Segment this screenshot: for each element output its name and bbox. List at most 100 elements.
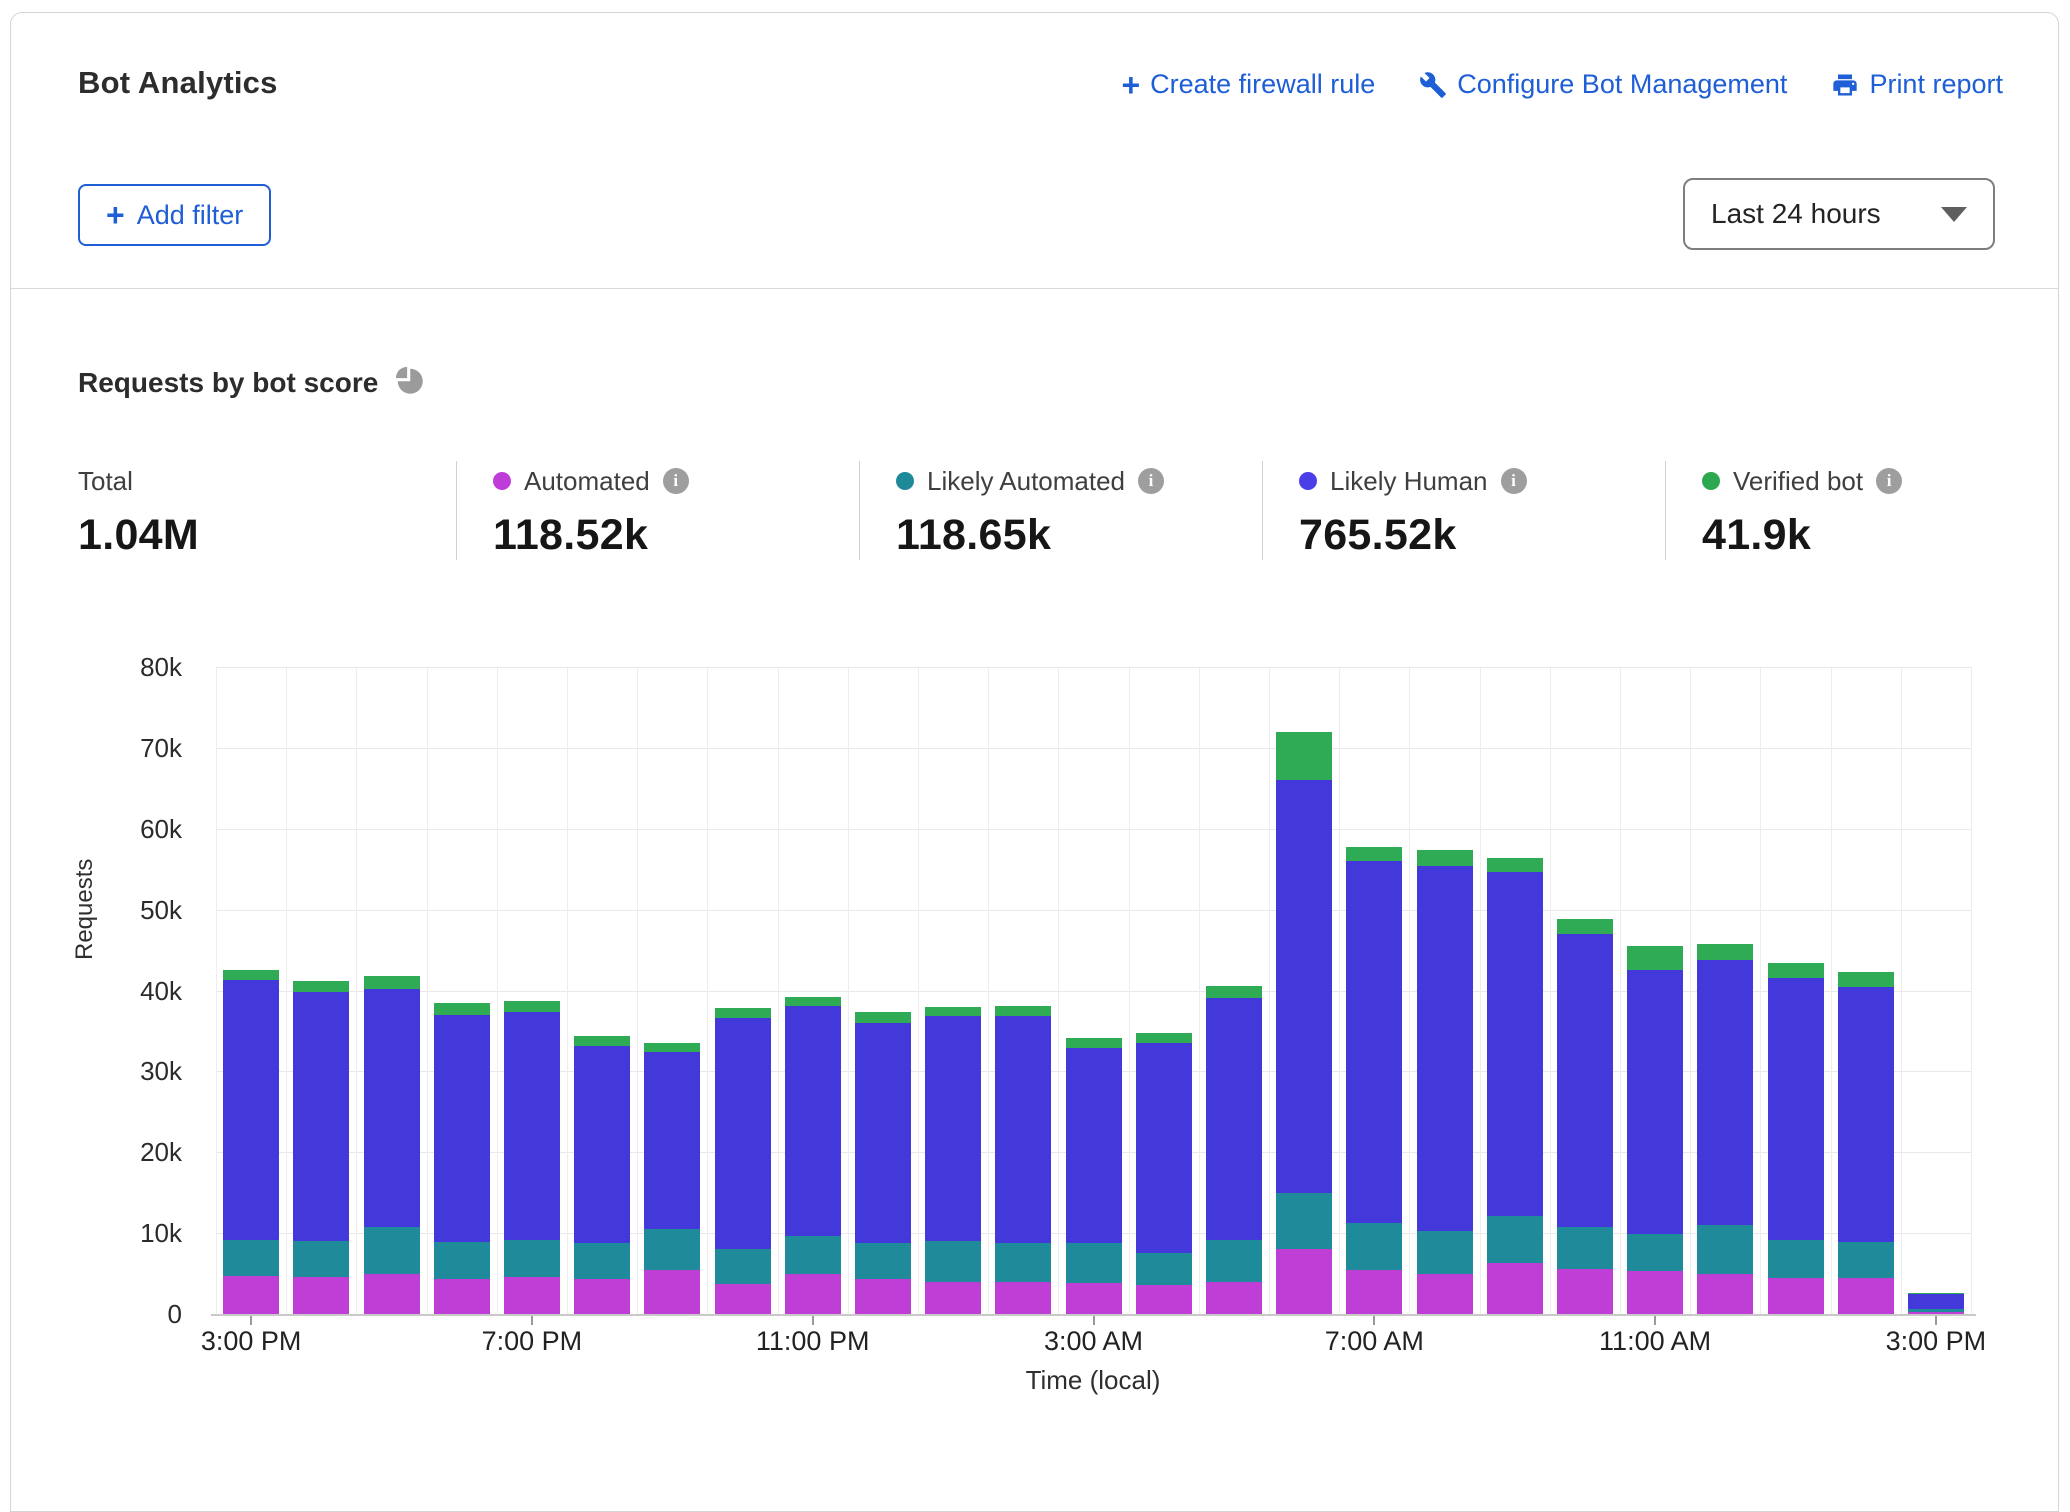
bar-segment-verified-bot[interactable]	[1136, 1033, 1192, 1044]
bar-segment-likely-automated[interactable]	[785, 1236, 841, 1274]
bar-segment-automated[interactable]	[855, 1279, 911, 1314]
bar-segment-likely-automated[interactable]	[1838, 1242, 1894, 1278]
bar-4-00-am[interactable]	[1136, 1033, 1192, 1314]
time-range-dropdown[interactable]: Last 24 hours	[1683, 178, 1995, 250]
bar-segment-verified-bot[interactable]	[364, 976, 420, 989]
bar-segment-likely-automated[interactable]	[1276, 1193, 1332, 1250]
bar-segment-verified-bot[interactable]	[925, 1007, 981, 1017]
bar-segment-likely-human[interactable]	[785, 1006, 841, 1236]
bar-segment-automated[interactable]	[644, 1270, 700, 1314]
bar-segment-automated[interactable]	[574, 1279, 630, 1314]
bar-segment-likely-human[interactable]	[925, 1016, 981, 1241]
bar-segment-automated[interactable]	[1838, 1278, 1894, 1314]
bar-segment-likely-automated[interactable]	[1697, 1225, 1753, 1274]
bar-segment-likely-human[interactable]	[1276, 780, 1332, 1192]
bar-9-00-am[interactable]	[1487, 858, 1543, 1314]
bar-segment-likely-human[interactable]	[574, 1046, 630, 1243]
bar-segment-likely-human[interactable]	[1136, 1043, 1192, 1252]
bar-segment-likely-human[interactable]	[1557, 934, 1613, 1228]
bar-7-00-am[interactable]	[1346, 847, 1402, 1314]
bar-segment-likely-human[interactable]	[1697, 960, 1753, 1225]
bar-segment-automated[interactable]	[504, 1277, 560, 1314]
bar-segment-likely-automated[interactable]	[1487, 1216, 1543, 1263]
bar-segment-verified-bot[interactable]	[293, 981, 349, 992]
bar-segment-likely-automated[interactable]	[925, 1241, 981, 1282]
bar-segment-verified-bot[interactable]	[1066, 1038, 1122, 1048]
bar-segment-likely-automated[interactable]	[855, 1243, 911, 1279]
bar-segment-automated[interactable]	[925, 1282, 981, 1314]
bar-segment-verified-bot[interactable]	[715, 1008, 771, 1018]
info-icon[interactable]: i	[1138, 468, 1164, 494]
bar-6-00-pm[interactable]	[434, 1003, 490, 1314]
bar-11-00-am[interactable]	[1627, 946, 1683, 1314]
bar-12-00-am[interactable]	[855, 1012, 911, 1314]
bar-2-00-pm[interactable]	[1838, 972, 1894, 1314]
bar-segment-automated[interactable]	[995, 1282, 1051, 1314]
bar-segment-likely-automated[interactable]	[504, 1240, 560, 1276]
bar-segment-likely-human[interactable]	[364, 989, 420, 1227]
bar-segment-likely-human[interactable]	[1346, 861, 1402, 1223]
bar-segment-likely-human[interactable]	[223, 980, 279, 1240]
bar-segment-likely-human[interactable]	[1487, 872, 1543, 1216]
bar-segment-verified-bot[interactable]	[1417, 850, 1473, 866]
bar-segment-verified-bot[interactable]	[1276, 732, 1332, 781]
bar-segment-likely-human[interactable]	[715, 1018, 771, 1249]
bar-segment-automated[interactable]	[434, 1279, 490, 1314]
bar-segment-likely-human[interactable]	[644, 1052, 700, 1229]
bar-segment-automated[interactable]	[1276, 1249, 1332, 1314]
bar-segment-likely-human[interactable]	[995, 1016, 1051, 1243]
bar-segment-likely-human[interactable]	[1066, 1048, 1122, 1243]
bar-2-00-am[interactable]	[995, 1006, 1051, 1314]
bar-segment-automated[interactable]	[1487, 1263, 1543, 1314]
bar-segment-automated[interactable]	[785, 1274, 841, 1314]
bar-segment-verified-bot[interactable]	[504, 1001, 560, 1012]
bar-segment-likely-automated[interactable]	[1206, 1240, 1262, 1283]
info-icon[interactable]: i	[663, 468, 689, 494]
bar-segment-verified-bot[interactable]	[1838, 972, 1894, 987]
bar-segment-likely-automated[interactable]	[1557, 1227, 1613, 1268]
bar-4-00-pm[interactable]	[293, 981, 349, 1314]
bar-segment-likely-automated[interactable]	[1066, 1243, 1122, 1283]
bar-8-00-pm[interactable]	[574, 1036, 630, 1314]
bar-segment-verified-bot[interactable]	[574, 1036, 630, 1046]
bar-segment-likely-human[interactable]	[293, 992, 349, 1241]
bar-segment-verified-bot[interactable]	[434, 1003, 490, 1014]
bar-segment-likely-human[interactable]	[1908, 1294, 1964, 1309]
bar-8-00-am[interactable]	[1417, 850, 1473, 1314]
bar-segment-likely-human[interactable]	[1206, 998, 1262, 1240]
bar-segment-likely-human[interactable]	[1417, 866, 1473, 1231]
bar-segment-automated[interactable]	[1557, 1269, 1613, 1314]
bar-segment-automated[interactable]	[1417, 1274, 1473, 1314]
bar-segment-likely-human[interactable]	[855, 1023, 911, 1243]
bar-segment-likely-automated[interactable]	[364, 1227, 420, 1275]
bar-segment-verified-bot[interactable]	[1697, 944, 1753, 960]
bar-segment-likely-automated[interactable]	[1136, 1253, 1192, 1285]
bar-segment-verified-bot[interactable]	[1627, 946, 1683, 970]
bar-segment-automated[interactable]	[1206, 1282, 1262, 1314]
bar-segment-automated[interactable]	[223, 1276, 279, 1314]
bar-segment-likely-automated[interactable]	[1768, 1240, 1824, 1278]
bar-9-00-pm[interactable]	[644, 1043, 700, 1314]
bar-segment-likely-human[interactable]	[1838, 987, 1894, 1242]
bar-segment-likely-human[interactable]	[1627, 970, 1683, 1234]
bar-12-00-pm[interactable]	[1697, 944, 1753, 1314]
bar-3-00-pm[interactable]	[223, 970, 279, 1314]
bar-segment-likely-automated[interactable]	[995, 1243, 1051, 1282]
bar-segment-automated[interactable]	[715, 1284, 771, 1314]
bar-segment-likely-automated[interactable]	[293, 1241, 349, 1277]
bar-11-00-pm[interactable]	[785, 997, 841, 1314]
bar-segment-likely-automated[interactable]	[715, 1249, 771, 1284]
bar-segment-automated[interactable]	[1136, 1285, 1192, 1314]
bar-7-00-pm[interactable]	[504, 1001, 560, 1314]
bar-segment-verified-bot[interactable]	[644, 1043, 700, 1052]
bar-segment-likely-automated[interactable]	[644, 1229, 700, 1270]
bar-segment-automated[interactable]	[1346, 1270, 1402, 1314]
bar-segment-likely-automated[interactable]	[1346, 1223, 1402, 1270]
bar-segment-likely-human[interactable]	[1768, 978, 1824, 1240]
bar-1-00-pm[interactable]	[1768, 963, 1824, 1314]
bar-segment-verified-bot[interactable]	[1206, 986, 1262, 997]
bar-5-00-pm[interactable]	[364, 976, 420, 1314]
bar-segment-automated[interactable]	[1627, 1271, 1683, 1314]
bar-segment-verified-bot[interactable]	[855, 1012, 911, 1023]
bar-segment-automated[interactable]	[364, 1274, 420, 1314]
